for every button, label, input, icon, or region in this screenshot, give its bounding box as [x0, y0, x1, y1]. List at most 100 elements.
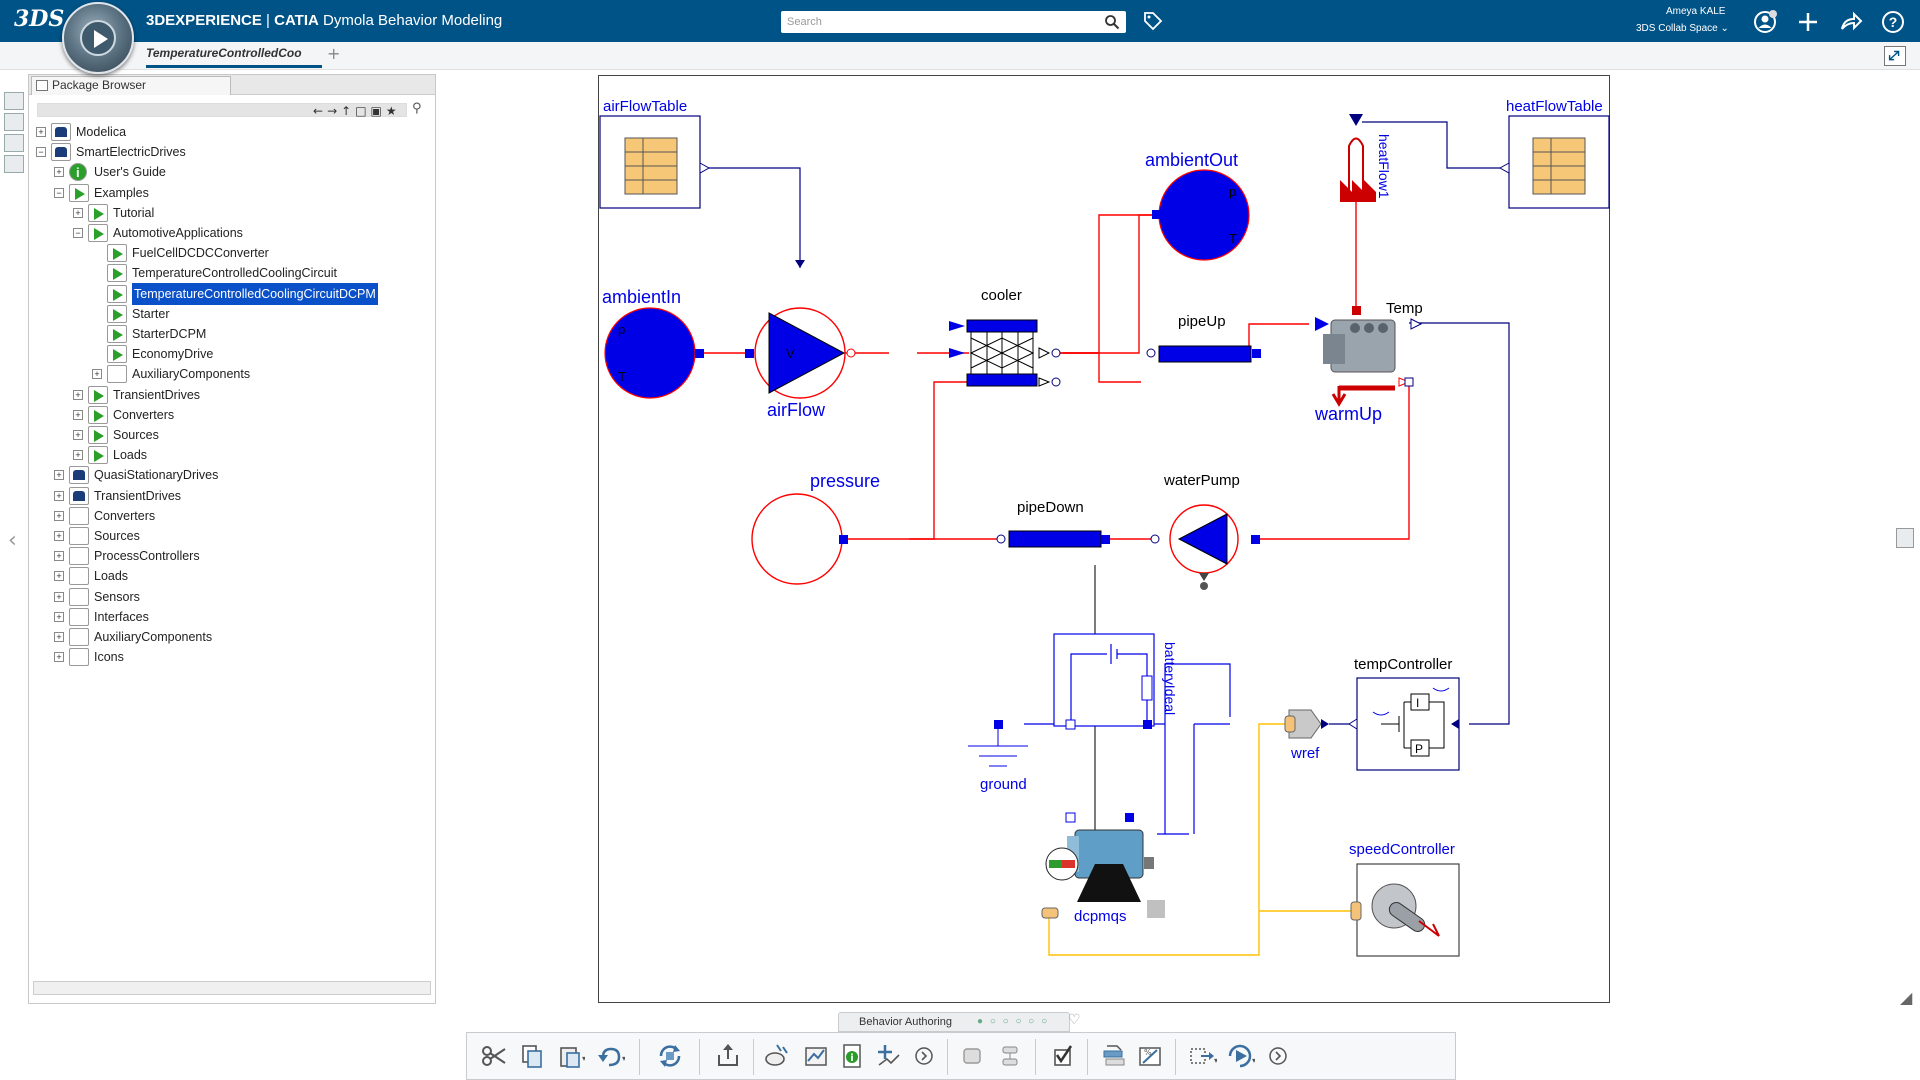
label-speedController[interactable]: speedController [1349, 841, 1455, 858]
air-flow-pump[interactable] [745, 260, 856, 399]
parameters-icon[interactable]: % [1135, 1041, 1165, 1071]
dcpm-motor[interactable] [1041, 812, 1165, 919]
connector-icon[interactable]: ▾ [1187, 1041, 1217, 1071]
search-icon[interactable]: ⚲ [412, 101, 422, 116]
add-component-icon[interactable] [873, 1041, 903, 1071]
expand-icon[interactable]: + [54, 591, 64, 602]
plus-icon[interactable] [1795, 9, 1821, 35]
collapse-icon[interactable]: − [54, 187, 64, 198]
wire-cooler-top-out[interactable] [1063, 214, 1157, 354]
air-flow-table[interactable] [599, 115, 711, 209]
layers-toggle-button[interactable] [4, 134, 24, 152]
diagram-canvas[interactable]: airFlowTable heatFlowTable ambientOut he… [599, 76, 1611, 1004]
tree-item[interactable]: + Icons [29, 646, 429, 668]
expand-icon[interactable]: + [54, 167, 64, 178]
expand-icon[interactable]: + [54, 551, 64, 562]
label-batteryIdeal[interactable]: batteryIdeal [1162, 642, 1178, 715]
label-ambientOut[interactable]: ambientOut [1145, 150, 1238, 170]
tree-item[interactable]: StarterDCPM [29, 323, 429, 345]
expand-icon[interactable]: + [54, 531, 64, 541]
label-heatFlow1[interactable]: heatFlow1 [1376, 134, 1392, 199]
collapse-icon[interactable]: − [36, 147, 46, 158]
battery-ideal[interactable] [1053, 633, 1155, 730]
resize-handle-icon[interactable]: ◢ [1900, 988, 1912, 1007]
up-arrow-icon[interactable]: ↑ [341, 104, 355, 118]
chevron-down-icon[interactable]: ♡ [1068, 1012, 1081, 1028]
copy-icon[interactable] [517, 1041, 547, 1071]
tree-item[interactable]: − Examples [29, 182, 429, 204]
pipe-up[interactable] [1146, 345, 1261, 363]
expand-icon[interactable]: + [54, 632, 64, 642]
expand-icon[interactable]: + [73, 389, 83, 400]
tree-item[interactable]: + User's Guide [29, 161, 429, 183]
label-pipeUp[interactable]: pipeUp [1178, 313, 1226, 330]
temp-engine[interactable] [1315, 317, 1423, 407]
tree-item[interactable]: + AuxiliaryComponents [29, 363, 429, 385]
wire-cooler-pipeDown[interactable] [909, 381, 969, 540]
expand-icon[interactable]: + [73, 430, 83, 440]
forward-arrow-icon[interactable]: → [327, 104, 341, 118]
tree-item[interactable]: + Sources [29, 525, 429, 547]
horizontal-scrollbar[interactable] [33, 981, 431, 995]
search-input[interactable] [787, 13, 1087, 31]
pipe-down[interactable] [996, 530, 1110, 548]
tree-item[interactable]: + Converters [29, 404, 429, 426]
right-panel-icon[interactable] [1896, 528, 1914, 548]
export-icon[interactable] [713, 1041, 743, 1071]
expand-icon[interactable]: + [36, 127, 46, 137]
section-page-dots[interactable]: ● ○ ○ ○ ○ ○ [977, 1013, 1049, 1031]
chevron-left-icon[interactable]: ‹ [8, 528, 17, 553]
share-icon[interactable] [1838, 9, 1864, 35]
tree-item[interactable]: + Modelica [29, 121, 429, 143]
tree-item[interactable]: + Loads [29, 444, 429, 466]
chevron-right-circle-icon[interactable] [909, 1041, 939, 1071]
label-cooler[interactable]: cooler [981, 287, 1022, 304]
user-icon[interactable] [1752, 9, 1778, 35]
label-airFlow[interactable]: airFlow [767, 400, 826, 420]
wire-cooler-pipeUp[interactable] [1057, 352, 1141, 383]
expand-icon[interactable]: + [54, 470, 64, 481]
fullscreen-icon[interactable] [1884, 46, 1906, 66]
chevron-right-circle-icon[interactable] [1263, 1041, 1293, 1071]
tab-active-model[interactable]: TemperatureControlledCoo [146, 46, 322, 68]
expand-icon[interactable]: + [92, 369, 102, 380]
tree-item[interactable]: + Sensors [29, 586, 429, 608]
label-wref[interactable]: wref [1290, 745, 1320, 762]
label-warmUp[interactable]: warmUp [1314, 404, 1382, 424]
water-pump[interactable] [1150, 504, 1260, 590]
tree-item[interactable]: + Sources [29, 424, 429, 446]
tree-item[interactable]: Starter [29, 303, 429, 325]
tree-item[interactable]: + Tutorial [29, 202, 429, 224]
tree-item[interactable]: + Loads [29, 565, 429, 587]
add-tab-button[interactable]: + [327, 44, 340, 63]
label-tempController[interactable]: tempController [1354, 656, 1452, 673]
tree-item[interactable]: + QuasiStationaryDrives [29, 464, 429, 486]
panel-toggle-button[interactable] [4, 155, 24, 173]
label-ambientIn[interactable]: ambientIn [602, 287, 681, 307]
speed-reference[interactable] [1284, 709, 1329, 739]
label-airFlowTable[interactable]: airFlowTable [603, 98, 687, 115]
section-tab[interactable]: Behavior Authoring ● ○ ○ ○ ○ ○ [838, 1012, 1070, 1032]
label-dcpmqs[interactable]: dcpmqs [1074, 908, 1127, 925]
tag-icon[interactable] [1142, 10, 1164, 32]
star-icon[interactable]: ★ [386, 104, 401, 118]
package-browser-tab[interactable]: Package Browser [31, 76, 231, 95]
tree-item[interactable]: − AutomotiveApplications [29, 222, 429, 244]
wire-cooler-ambientOut[interactable] [1057, 214, 1157, 354]
expand-icon[interactable]: + [54, 571, 64, 582]
ground[interactable] [968, 720, 1028, 767]
tree-item[interactable]: + TransientDrives [29, 384, 429, 406]
label-heatFlowTable[interactable]: heatFlowTable [1506, 98, 1603, 115]
label-pressure[interactable]: pressure [810, 471, 880, 491]
expand-icon[interactable]: + [73, 409, 83, 420]
expand-icon[interactable]: + [54, 652, 64, 663]
rectangle-icon[interactable] [957, 1041, 987, 1071]
tree-item[interactable]: TemperatureControlledCoolingCircuit [29, 262, 429, 284]
tree-item[interactable]: FuelCellDCDCConverter [29, 242, 429, 264]
label-waterPump[interactable]: waterPump [1163, 472, 1240, 489]
simulate-icon[interactable] [763, 1041, 793, 1071]
tree-item[interactable]: + ProcessControllers [29, 545, 429, 567]
collapse-icon[interactable]: ▣ [371, 104, 386, 118]
back-arrow-icon[interactable]: ← [313, 104, 327, 118]
tree-item[interactable]: EconomyDrive [29, 343, 429, 365]
